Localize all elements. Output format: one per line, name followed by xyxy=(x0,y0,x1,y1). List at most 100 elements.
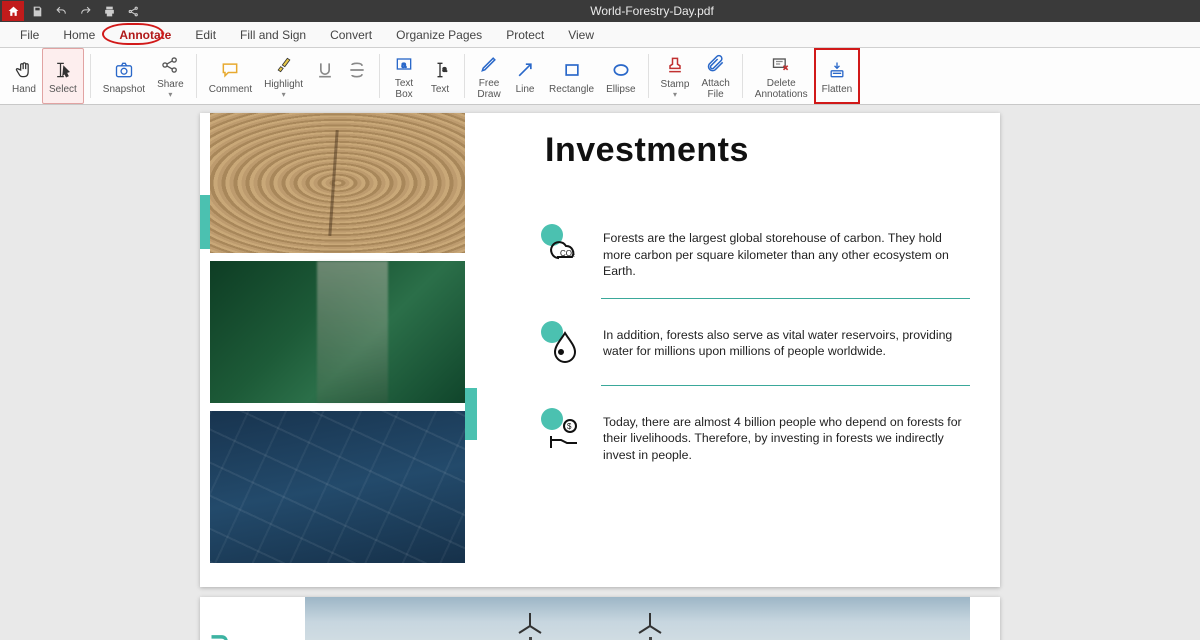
rectangle-label: Rectangle xyxy=(549,84,594,95)
share-ribbon-icon xyxy=(160,53,180,77)
highlight-label: Highlight xyxy=(264,79,303,90)
share-label: Share xyxy=(157,79,184,90)
ribbon-toolbar: Hand Select Snapshot Share ▾ Comment Hig… xyxy=(0,48,1200,105)
menu-annotate[interactable]: Annotate xyxy=(107,24,183,46)
image-wood-rings xyxy=(210,113,465,253)
highlight-tool[interactable]: Highlight ▾ xyxy=(258,48,309,104)
share-icon[interactable] xyxy=(122,1,144,21)
textbox-icon: a xyxy=(394,52,414,76)
svg-text:CO₂: CO₂ xyxy=(560,249,575,258)
svg-text:a: a xyxy=(443,64,448,73)
stamp-tool[interactable]: Stamp ▾ xyxy=(655,48,696,104)
flatten-icon xyxy=(827,58,847,82)
info-block-people: $ Today, there are almost 4 billion peop… xyxy=(545,414,970,464)
info-text: Today, there are almost 4 billion people… xyxy=(603,414,970,464)
share-tool[interactable]: Share ▾ xyxy=(151,48,190,104)
comment-tool[interactable]: Comment xyxy=(203,48,258,104)
highlighter-icon xyxy=(274,53,294,77)
menu-bar: File Home Annotate Edit Fill and Sign Co… xyxy=(0,22,1200,48)
document-title: World-Forestry-Day.pdf xyxy=(590,4,754,18)
redo-icon[interactable] xyxy=(74,1,96,21)
snapshot-tool[interactable]: Snapshot xyxy=(97,48,151,104)
underline-icon xyxy=(315,58,335,82)
co2-cloud-icon: CO₂ xyxy=(545,230,585,270)
select-label: Select xyxy=(49,84,77,95)
menu-annotate-label: Annotate xyxy=(119,28,171,42)
arrow-icon xyxy=(515,58,535,82)
comment-icon xyxy=(220,58,240,82)
freedraw-tool[interactable]: Free Draw xyxy=(471,48,507,104)
print-icon[interactable] xyxy=(98,1,120,21)
strikethrough-icon xyxy=(347,58,367,82)
snapshot-label: Snapshot xyxy=(103,84,145,95)
stamp-icon xyxy=(665,53,685,77)
water-drop-icon xyxy=(545,327,585,367)
menu-protect[interactable]: Protect xyxy=(494,24,556,46)
menu-fill-sign[interactable]: Fill and Sign xyxy=(228,24,318,46)
ellipse-tool[interactable]: Ellipse xyxy=(600,48,641,104)
page-headline: Investments xyxy=(545,131,970,170)
rectangle-tool[interactable]: Rectangle xyxy=(543,48,600,104)
rectangle-icon xyxy=(562,58,582,82)
ellipse-icon xyxy=(611,58,631,82)
attach-file-tool[interactable]: Attach File xyxy=(695,48,735,104)
info-text: Forests are the largest global storehous… xyxy=(603,230,970,280)
save-icon[interactable] xyxy=(26,1,48,21)
dropdown-caret-icon: ▾ xyxy=(673,90,677,99)
home-icon[interactable] xyxy=(2,1,24,21)
select-tool[interactable]: Select xyxy=(42,48,84,104)
dropdown-caret-icon: ▾ xyxy=(168,90,172,99)
menu-view[interactable]: View xyxy=(556,24,606,46)
page2-side-heading: SU xyxy=(207,632,235,640)
hand-tool[interactable]: Hand xyxy=(6,48,42,104)
camera-icon xyxy=(114,58,134,82)
text-cursor-icon: a xyxy=(430,58,450,82)
title-bar: World-Forestry-Day.pdf xyxy=(0,0,1200,22)
info-block-water: In addition, forests also serve as vital… xyxy=(545,327,970,367)
pdf-page-2: SU xyxy=(200,597,1000,640)
menu-organize-pages[interactable]: Organize Pages xyxy=(384,24,494,46)
flatten-tool[interactable]: Flatten xyxy=(814,48,861,104)
svg-text:a: a xyxy=(402,59,407,69)
line-tool[interactable]: Line xyxy=(507,48,543,104)
hand-icon xyxy=(14,58,34,82)
info-block-carbon: CO₂ Forests are the largest global store… xyxy=(545,230,970,280)
stamp-label: Stamp xyxy=(661,79,690,90)
line-label: Line xyxy=(516,84,535,95)
divider xyxy=(601,298,970,299)
undo-icon[interactable] xyxy=(50,1,72,21)
paperclip-icon xyxy=(706,52,726,76)
pencil-icon xyxy=(479,52,499,76)
accent-bar xyxy=(465,388,477,440)
comment-label: Comment xyxy=(209,84,252,95)
underline-tool[interactable] xyxy=(309,48,341,104)
menu-home[interactable]: Home xyxy=(51,24,107,46)
textbox-tool[interactable]: a Text Box xyxy=(386,48,422,104)
freedraw-label: Free Draw xyxy=(477,78,500,100)
menu-file[interactable]: File xyxy=(8,24,51,46)
image-solar-panels xyxy=(210,411,465,563)
svg-text:$: $ xyxy=(567,422,572,431)
ellipse-label: Ellipse xyxy=(606,84,635,95)
hand-coin-icon: $ xyxy=(545,414,585,454)
strikethrough-tool[interactable] xyxy=(341,48,373,104)
accent-bar xyxy=(200,195,210,249)
dropdown-caret-icon: ▾ xyxy=(282,90,286,99)
text-label: Text xyxy=(431,84,449,95)
hand-label: Hand xyxy=(12,84,36,95)
document-viewport[interactable]: Investments CO₂ Forests are the largest … xyxy=(0,105,1200,640)
info-text: In addition, forests also serve as vital… xyxy=(603,327,970,367)
image-forest-aerial xyxy=(210,261,465,403)
text-tool[interactable]: a Text xyxy=(422,48,458,104)
menu-convert[interactable]: Convert xyxy=(318,24,384,46)
delete-annot-label: Delete Annotations xyxy=(755,78,808,100)
delete-annotations-tool[interactable]: Delete Annotations xyxy=(749,48,814,104)
menu-edit[interactable]: Edit xyxy=(183,24,228,46)
delete-annot-icon xyxy=(771,52,791,76)
flatten-label: Flatten xyxy=(822,84,853,95)
textbox-label: Text Box xyxy=(395,78,413,100)
divider xyxy=(601,385,970,386)
select-icon xyxy=(53,58,73,82)
pdf-page-1: Investments CO₂ Forests are the largest … xyxy=(200,113,1000,587)
attach-label: Attach File xyxy=(701,78,729,100)
